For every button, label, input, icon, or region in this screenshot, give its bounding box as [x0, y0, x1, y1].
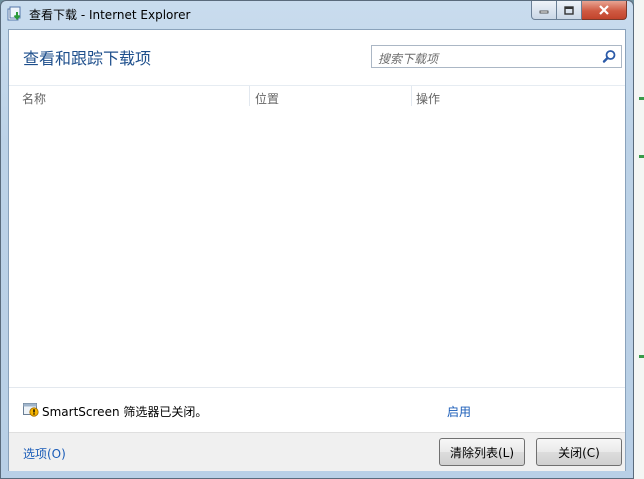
column-divider[interactable] — [411, 86, 412, 106]
enable-smartscreen-link[interactable]: 启用 — [447, 403, 471, 420]
window-title: 查看下载 - Internet Explorer — [29, 8, 191, 22]
downloads-list-header: 名称 位置 操作 — [9, 85, 625, 106]
close-icon — [599, 5, 609, 15]
desktop-background-edge — [634, 0, 644, 479]
search-input[interactable]: 搜索下载项 — [371, 45, 622, 68]
client-area: 查看和跟踪下载项 搜索下载项 名称 位置 操作 SmartScreen 筛选器已… — [8, 29, 626, 471]
column-divider[interactable] — [249, 86, 250, 106]
search-icon[interactable] — [602, 49, 617, 64]
download-manager-window: 查看下载 - Internet Explorer 查看和跟踪下载项 搜索下载项 … — [0, 0, 634, 479]
minimize-button[interactable] — [531, 1, 557, 20]
page-title: 查看和跟踪下载项 — [23, 49, 152, 68]
minimize-icon — [539, 10, 549, 14]
downloads-list[interactable] — [9, 106, 625, 386]
search-placeholder: 搜索下载项 — [378, 52, 439, 66]
clear-list-button[interactable]: 清除列表(L) — [439, 438, 525, 466]
column-header-name[interactable]: 名称 — [22, 90, 46, 107]
title-bar[interactable]: 查看下载 - Internet Explorer — [1, 1, 633, 27]
smartscreen-warning-icon — [23, 403, 39, 417]
dialog-footer: 选项(O) 清除列表(L) 关闭(C) — [9, 432, 625, 471]
options-link[interactable]: 选项(O) — [23, 445, 66, 462]
close-button[interactable]: 关闭(C) — [536, 438, 622, 466]
window-close-button[interactable] — [582, 1, 627, 20]
maximize-button[interactable] — [557, 1, 582, 20]
download-app-icon — [7, 6, 21, 21]
column-header-actions[interactable]: 操作 — [416, 90, 440, 107]
maximize-icon — [564, 5, 574, 15]
column-header-location[interactable]: 位置 — [255, 90, 279, 107]
smartscreen-status-text: SmartScreen 筛选器已关闭。 — [42, 405, 208, 419]
smartscreen-status-bar: SmartScreen 筛选器已关闭。 启用 — [9, 387, 625, 434]
